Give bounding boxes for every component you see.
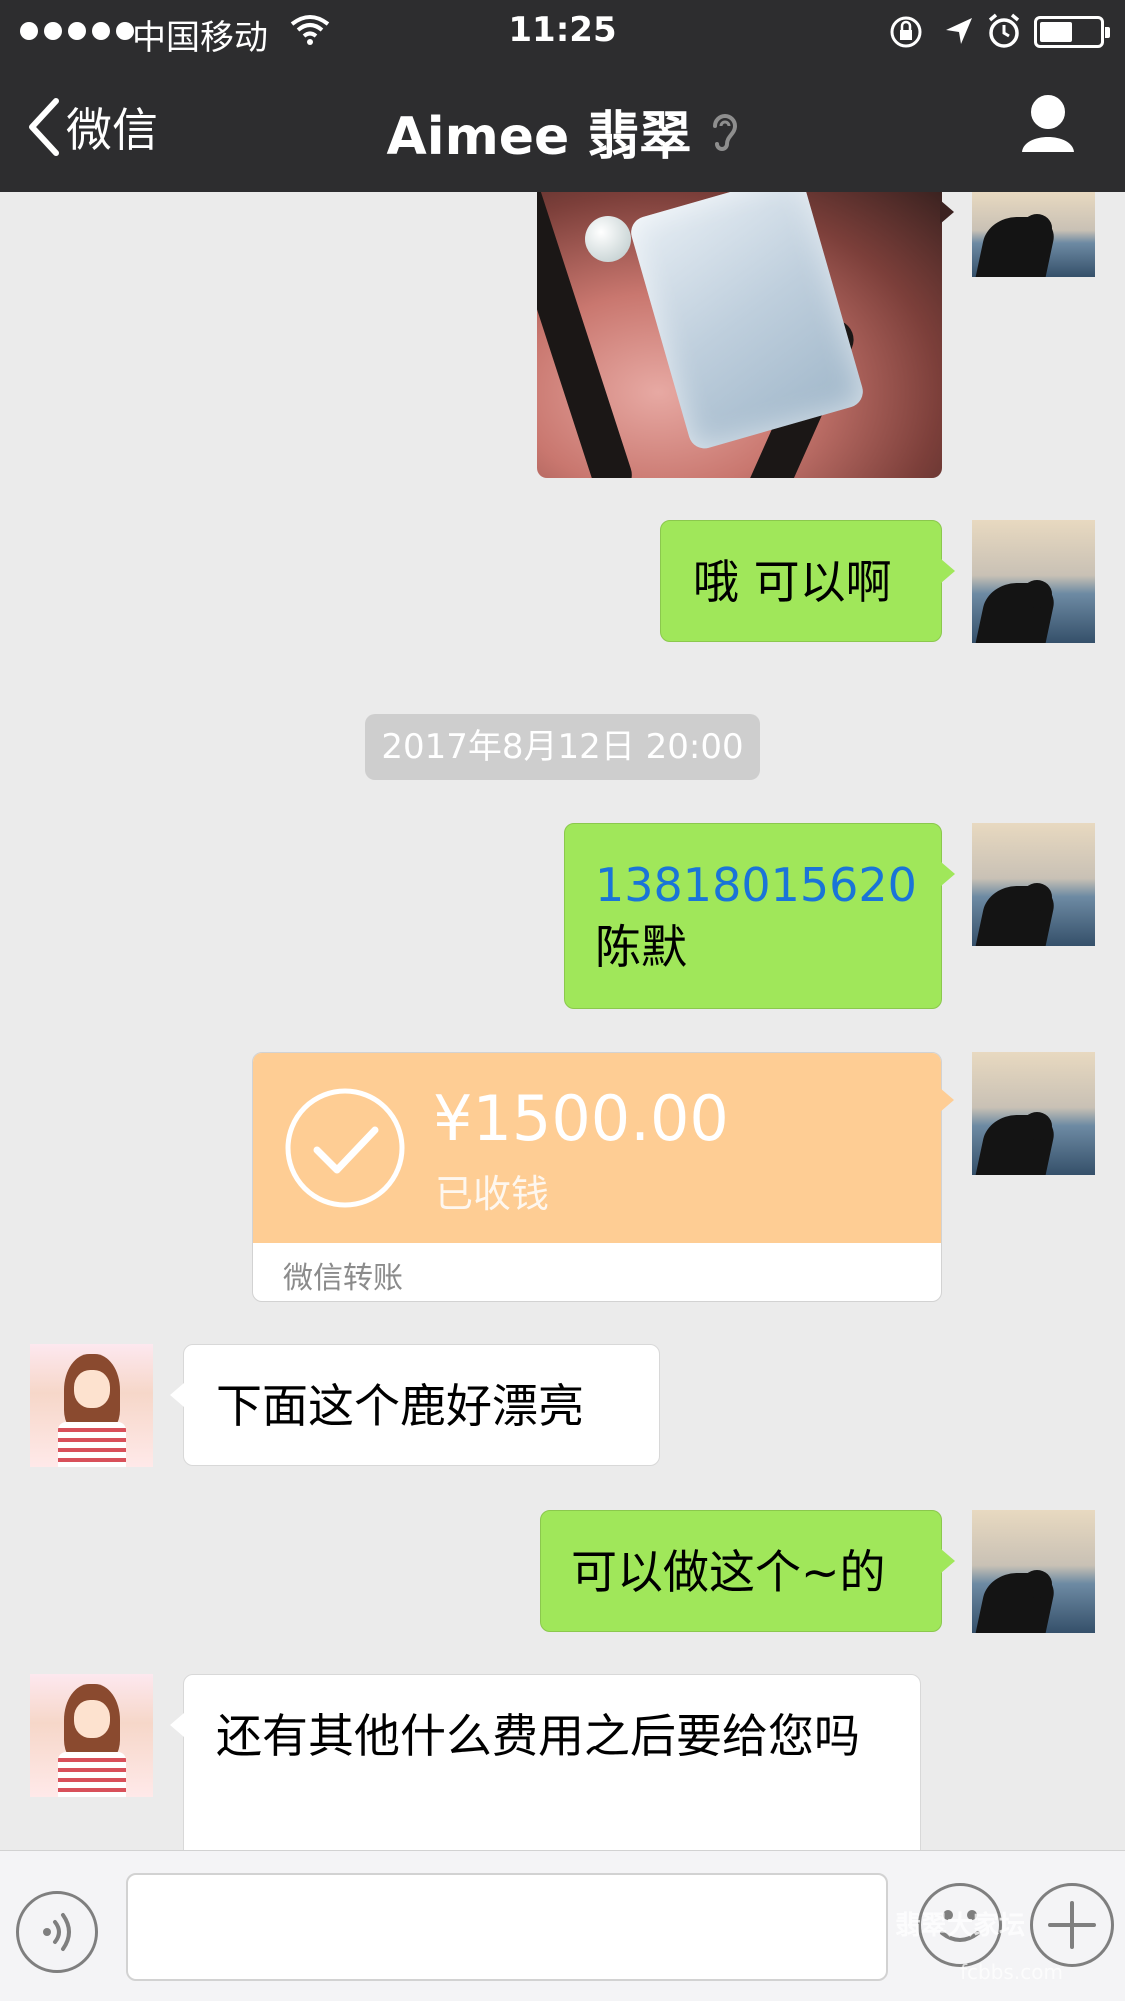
voice-icon: [43, 1913, 71, 1951]
contact-avatar[interactable]: [30, 1344, 153, 1467]
earpiece-mode-icon: [712, 113, 737, 151]
received-message-bubble[interactable]: 还有其他什么费用之后要给您吗: [170, 1674, 921, 1850]
message-text: 还有其他什么费用之后要给您吗: [216, 1709, 860, 1763]
transfer-amount: ¥1500.00: [433, 1082, 729, 1155]
location-icon: [946, 18, 972, 44]
self-avatar[interactable]: [972, 520, 1095, 643]
transfer-footer-label: 微信转账: [283, 1261, 403, 1296]
message-text: 下面这个鹿好漂亮: [216, 1379, 584, 1433]
self-avatar[interactable]: [972, 1510, 1095, 1633]
contact-profile-icon[interactable]: [1018, 92, 1078, 156]
transfer-bubble-tail: [940, 1088, 954, 1112]
transfer-status: 已收钱: [435, 1172, 550, 1216]
jade-pendant-photo[interactable]: [537, 192, 942, 478]
rotation-lock-icon: [890, 16, 922, 48]
sent-message-bubble[interactable]: 哦 可以啊: [660, 520, 955, 642]
contact-avatar[interactable]: [30, 1674, 153, 1797]
chat-title: Aimee 翡翠: [386, 107, 692, 167]
alarm-icon: [988, 13, 1020, 48]
site-watermark: 翡翠大家坛: [895, 1911, 1026, 1941]
message-input[interactable]: [126, 1873, 888, 1981]
plus-icon: [1048, 1901, 1096, 1949]
message-text: 陈默: [595, 920, 687, 974]
site-watermark-url: fcbbs.com: [960, 1960, 1063, 1984]
sent-message-bubble[interactable]: 可以做这个~的: [540, 1510, 955, 1632]
received-message-bubble[interactable]: 下面这个鹿好漂亮: [170, 1344, 660, 1466]
self-avatar[interactable]: [972, 192, 1095, 277]
sent-message-bubble[interactable]: 13818015620 陈默: [564, 823, 955, 1009]
message-text: 哦 可以啊: [693, 555, 892, 609]
photo-bubble-tail: [940, 200, 954, 224]
nav-bar: 微信 Aimee 翡翠: [0, 64, 1125, 192]
transfer-card-header: ¥1500.00 已收钱: [253, 1053, 941, 1243]
status-bar: 中国移动 11:25: [0, 0, 1125, 64]
phone-number-link[interactable]: 13818015620: [595, 854, 941, 916]
message-text: 可以做这个~的: [571, 1545, 886, 1599]
message-list[interactable]: 哦 可以啊 2017年8月12日 20:00 13818015620 陈默 ¥1…: [0, 192, 1125, 1850]
more-options-button[interactable]: [1030, 1883, 1114, 1967]
battery-icon: [1034, 16, 1110, 48]
wechat-transfer-card[interactable]: ¥1500.00 已收钱 微信转账: [252, 1052, 942, 1302]
timestamp-label: 2017年8月12日 20:00: [365, 714, 760, 780]
self-avatar[interactable]: [972, 823, 1095, 946]
self-avatar[interactable]: [972, 1052, 1095, 1175]
chat-title-area: Aimee 翡翠: [0, 94, 1125, 169]
voice-input-button[interactable]: [16, 1891, 98, 1973]
check-circle-icon: [285, 1088, 405, 1208]
